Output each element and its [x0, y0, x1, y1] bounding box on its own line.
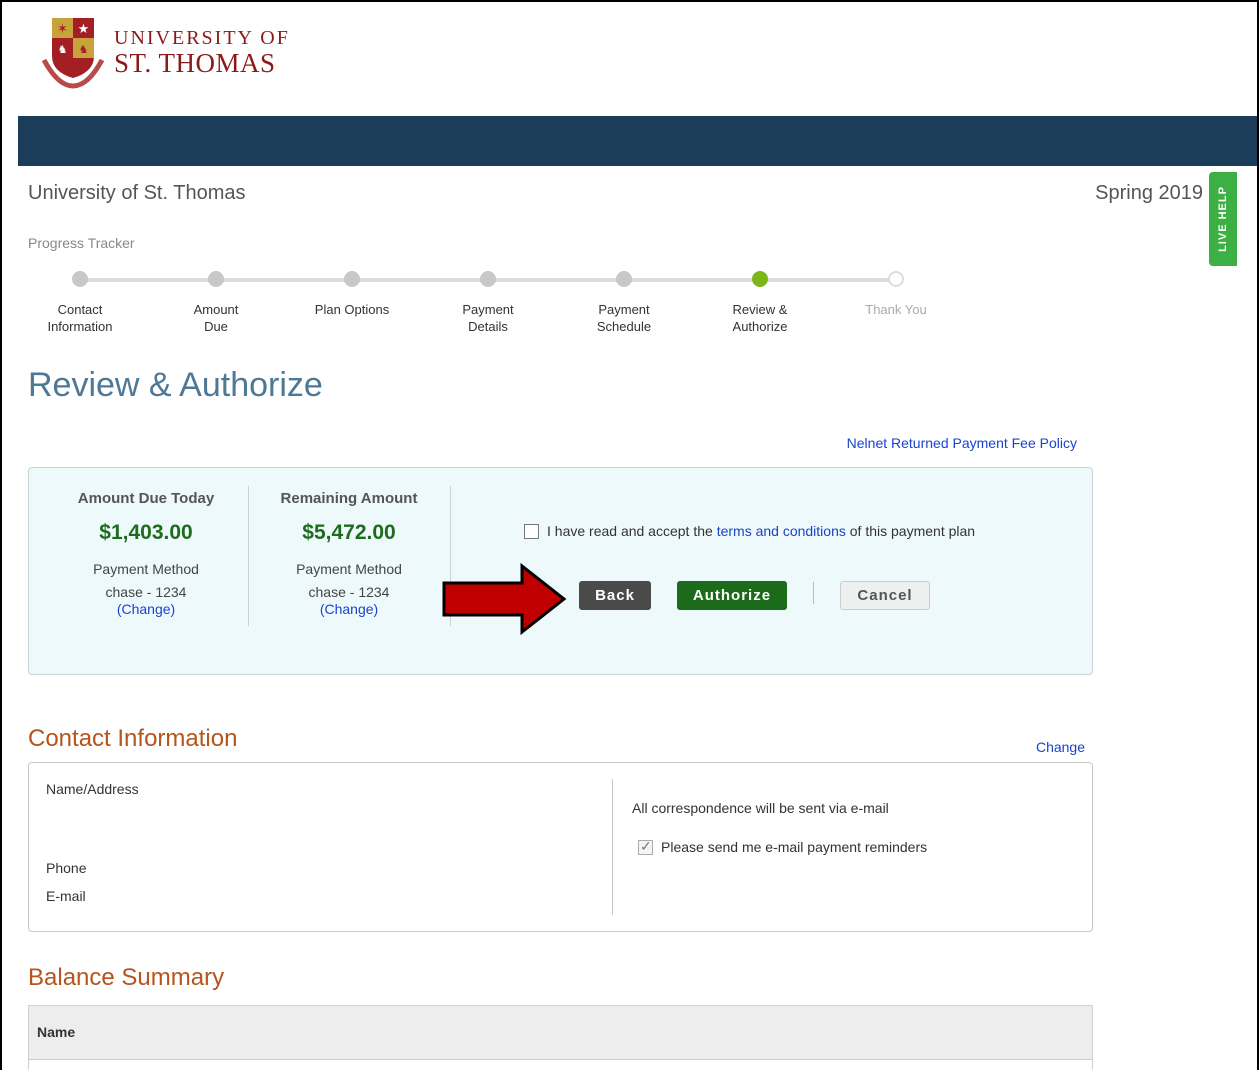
- table-row: [28, 1060, 1093, 1070]
- step-dot-current: [752, 271, 768, 287]
- correspondence-note: All correspondence will be sent via e-ma…: [632, 800, 889, 816]
- balance-summary-table-header: Name: [28, 1005, 1093, 1060]
- step-dot-future: [888, 271, 904, 287]
- cancel-button[interactable]: Cancel: [840, 581, 930, 610]
- accept-terms-row: I have read and accept the terms and con…: [524, 523, 975, 539]
- remaining-amount-heading: Remaining Amount: [280, 490, 418, 507]
- red-arrow-icon: [442, 563, 567, 635]
- step-label: Amount Due: [193, 302, 239, 334]
- page-frame: ✶ ★ ♞ ♞ UNIVERSITY OF ST. THOMAS Univers…: [0, 0, 1259, 1070]
- fee-policy-link[interactable]: Nelnet Returned Payment Fee Policy: [847, 435, 1077, 451]
- terms-and-conditions-link[interactable]: terms and conditions: [717, 523, 846, 539]
- change-payment-method-link[interactable]: (Change): [320, 601, 378, 617]
- svg-text:♞: ♞: [58, 43, 68, 56]
- svg-text:✶: ✶: [57, 22, 68, 37]
- step-label: Review & Authorize: [732, 302, 788, 334]
- balance-summary-title: Balance Summary: [28, 964, 225, 991]
- term-label: Spring 2019: [1095, 182, 1203, 204]
- change-contact-link[interactable]: Change: [1036, 739, 1085, 755]
- university-crest-icon: ✶ ★ ♞ ♞: [41, 18, 105, 89]
- svg-text:♞: ♞: [79, 43, 89, 56]
- payment-method-label: Payment Method: [296, 561, 402, 577]
- button-divider: [813, 582, 814, 604]
- tracker-step-review-authorize: Review & Authorize: [700, 271, 820, 335]
- logo-line-2: ST. THOMAS: [114, 48, 276, 78]
- logo-line-1: UNIVERSITY OF: [114, 27, 290, 49]
- step-dot: [480, 271, 496, 287]
- tracker-step-amount-due: Amount Due: [156, 271, 276, 335]
- step-label: Payment Details: [462, 302, 514, 334]
- step-label: Payment Schedule: [596, 302, 652, 334]
- payment-method-label: Payment Method: [93, 561, 199, 577]
- tracker-step-payment-schedule: Payment Schedule: [564, 271, 684, 335]
- step-dot: [208, 271, 224, 287]
- email-label: E-mail: [46, 888, 86, 904]
- name-address-label: Name/Address: [46, 781, 139, 797]
- change-payment-method-link[interactable]: (Change): [117, 601, 175, 617]
- tracker-step-contact-information: Contact Information: [20, 271, 140, 335]
- column-header-name: Name: [37, 1024, 76, 1040]
- step-dot: [72, 271, 88, 287]
- step-dot: [616, 271, 632, 287]
- accept-terms-text-before: I have read and accept the: [547, 523, 717, 539]
- step-label: Contact Information: [47, 302, 113, 334]
- live-help-label: LIVE HELP: [1217, 186, 1229, 252]
- phone-label: Phone: [46, 860, 87, 876]
- live-help-tab[interactable]: LIVE HELP: [1209, 172, 1237, 266]
- authorize-button[interactable]: Authorize: [677, 581, 787, 610]
- page-title: Review & Authorize: [28, 366, 323, 404]
- svg-text:★: ★: [78, 22, 90, 37]
- step-dot: [344, 271, 360, 287]
- back-button[interactable]: Back: [579, 581, 651, 610]
- column-divider: [612, 779, 613, 915]
- tracker-step-plan-options: Plan Options: [292, 271, 412, 318]
- payment-method-value: chase - 1234: [308, 584, 390, 600]
- email-reminders-checkbox[interactable]: [638, 838, 653, 855]
- step-label: Plan Options: [314, 302, 390, 317]
- school-name: University of St. Thomas: [28, 182, 246, 204]
- remaining-amount: Remaining Amount $5,472.00 Payment Metho…: [249, 490, 449, 619]
- amount-due-today: Amount Due Today $1,403.00 Payment Metho…: [46, 490, 246, 619]
- contact-information-box: Name/Address Phone E-mail All correspond…: [28, 762, 1093, 932]
- university-logo[interactable]: ✶ ★ ♞ ♞ UNIVERSITY OF ST. THOMAS: [38, 12, 298, 94]
- accept-terms-checkbox[interactable]: [524, 523, 539, 539]
- tracker-step-thank-you: Thank You: [836, 271, 956, 318]
- step-label: Thank You: [865, 302, 927, 317]
- payment-method-value: chase - 1234: [105, 584, 187, 600]
- tracker-step-payment-details: Payment Details: [428, 271, 548, 335]
- amount-due-today-heading: Amount Due Today: [77, 490, 215, 507]
- contact-information-title: Contact Information: [28, 725, 238, 752]
- remaining-amount-value: $5,472.00: [302, 521, 396, 544]
- progress-tracker-title: Progress Tracker: [28, 235, 135, 251]
- top-navbar: [18, 116, 1257, 166]
- logo-wordmark: UNIVERSITY OF ST. THOMAS: [114, 28, 290, 77]
- amount-due-today-value: $1,403.00: [99, 521, 193, 544]
- email-reminders-label: Please send me e-mail payment reminders: [661, 839, 928, 855]
- email-reminders-row: Please send me e-mail payment reminders: [638, 838, 928, 855]
- accept-terms-text-after: of this payment plan: [845, 523, 976, 539]
